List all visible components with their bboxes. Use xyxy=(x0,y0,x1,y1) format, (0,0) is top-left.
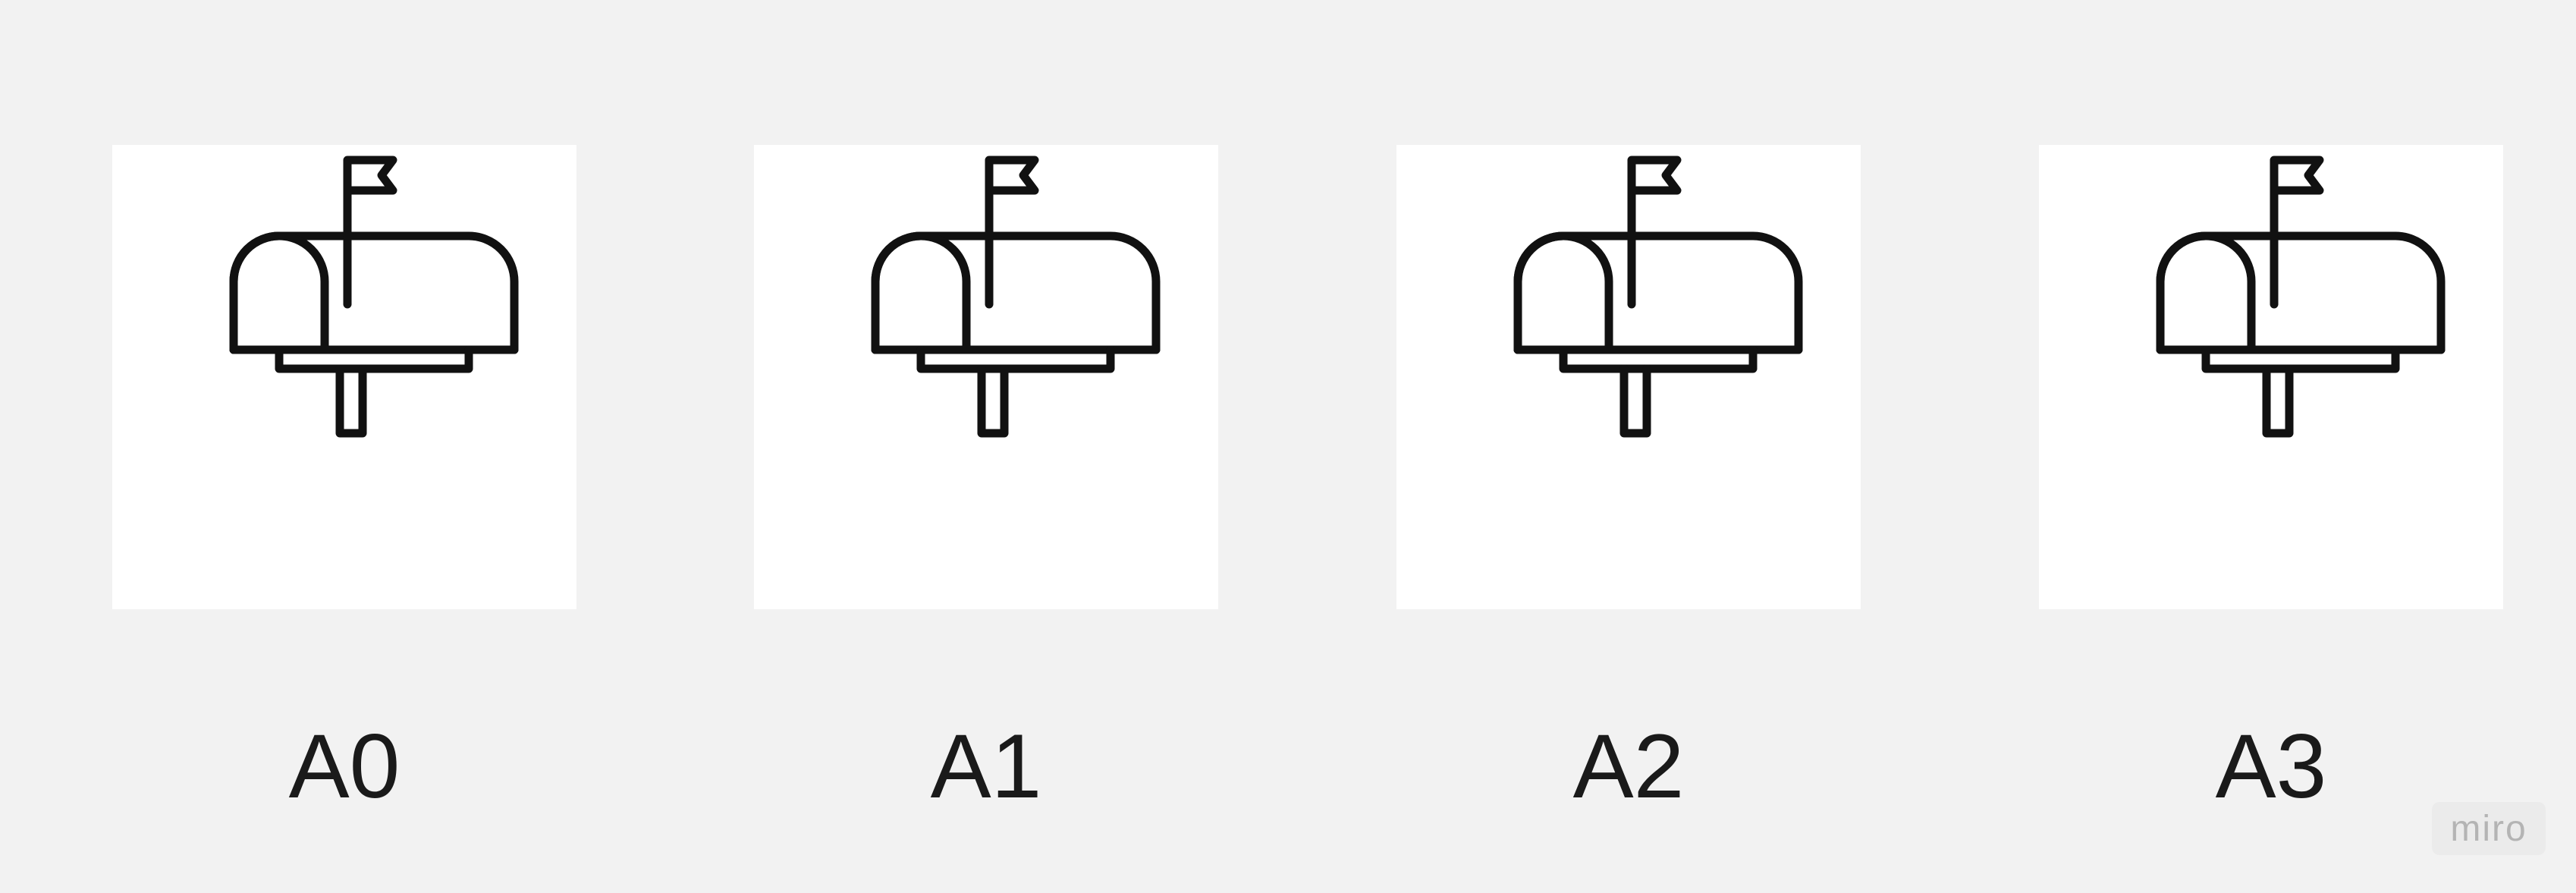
card-a1[interactable] xyxy=(754,145,1218,609)
card-label-a0: A0 xyxy=(288,715,401,817)
card-label-a1: A1 xyxy=(930,715,1042,817)
miro-watermark[interactable]: miro xyxy=(2432,802,2546,855)
card-label-a2: A2 xyxy=(1572,715,1685,817)
mailbox-icon xyxy=(871,156,1161,438)
mailbox-icon xyxy=(2156,156,2446,438)
card-a2[interactable] xyxy=(1396,145,1861,609)
canvas-board[interactable]: A0 A1 A2 A3 miro xyxy=(0,0,2576,893)
card-a0[interactable] xyxy=(112,145,576,609)
mailbox-icon xyxy=(1513,156,1803,438)
mailbox-icon xyxy=(229,156,519,438)
card-a3[interactable] xyxy=(2039,145,2503,609)
